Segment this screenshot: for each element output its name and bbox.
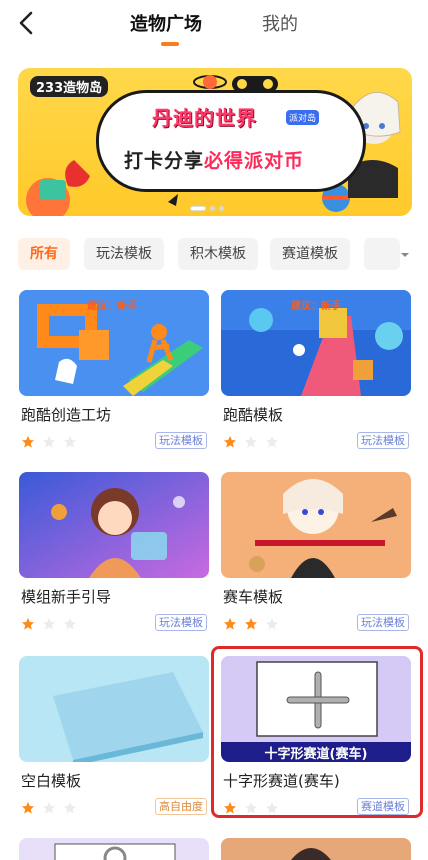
filter-chip-more[interactable]: [364, 238, 400, 270]
star-empty-icon: [245, 436, 258, 448]
filter-chip-all[interactable]: 所有: [18, 238, 70, 270]
filter-chip-track[interactable]: 赛道模板: [270, 238, 350, 270]
difficulty-stars: [223, 616, 281, 630]
template-card[interactable]: 空白模板 高自由度: [19, 656, 209, 815]
banner-subtitle: 打卡分享必得派对币: [124, 146, 304, 173]
tab-mine[interactable]: 我的: [262, 10, 298, 36]
template-title: 模组新手引导: [21, 588, 112, 606]
difficulty-stars: [21, 616, 79, 630]
star-filled-icon: [224, 618, 236, 630]
category-tag: 高自由度: [155, 798, 207, 815]
category-tag: 玩法模板: [357, 432, 409, 449]
star-filled-icon: [224, 802, 236, 814]
filter-chip-gameplay[interactable]: 玩法模板: [84, 238, 164, 270]
tab-creation-square[interactable]: 造物广场: [130, 10, 202, 36]
filter-chip-row: 所有 玩法模板 积木模板 赛道模板: [18, 238, 428, 272]
template-card-partial[interactable]: [221, 838, 411, 860]
hint-label: 建议：新手: [87, 301, 137, 312]
star-empty-icon: [43, 618, 56, 630]
star-empty-icon: [64, 436, 77, 448]
star-empty-icon: [43, 436, 56, 448]
banner-subtitle-highlight: 必得派对币: [204, 150, 305, 172]
template-thumbnail: [221, 472, 411, 578]
template-thumbnail: [19, 656, 209, 762]
template-title: 跑酷创造工坊: [21, 406, 112, 424]
blank-plane-image: [19, 656, 209, 762]
category-tag: 玩法模板: [155, 614, 207, 631]
partial-thumbnail-image: [221, 838, 411, 860]
template-card-partial[interactable]: [19, 838, 209, 860]
category-tag: 玩法模板: [357, 614, 409, 631]
chevron-down-icon[interactable]: [398, 250, 412, 260]
filter-chip-blocks[interactable]: 积木模板: [178, 238, 258, 270]
template-card[interactable]: 建议：新手 跑酷创造工坊 玩法模板: [19, 290, 209, 449]
hint-label: 建议：新手: [291, 301, 341, 312]
star-filled-icon: [22, 802, 34, 814]
difficulty-stars: [223, 800, 281, 814]
star-filled-icon: [245, 618, 258, 630]
banner-dot-active: [190, 206, 206, 211]
template-thumbnail: 十字形赛道(赛车): [221, 656, 411, 762]
template-card[interactable]: 建议：新手 跑酷模板 玩法模板: [221, 290, 411, 449]
template-title: 跑酷模板: [223, 406, 284, 424]
racing-character-image: [221, 472, 411, 578]
banner-logo: 233造物岛: [30, 76, 109, 97]
banner-badge: 派对岛: [286, 110, 320, 125]
active-tab-indicator: [161, 42, 179, 46]
banner-title: 丹迪的世界: [152, 106, 257, 130]
star-filled-icon: [224, 436, 236, 448]
template-card[interactable]: 赛车模板 玩法模板: [221, 472, 411, 631]
template-card-cross-track[interactable]: 十字形赛道(赛车) 十字形赛道(赛车) 赛道模板: [221, 656, 411, 815]
top-nav: 造物广场 我的: [0, 0, 428, 50]
template-thumbnail: 建议：新手: [221, 290, 411, 396]
star-empty-icon: [266, 618, 279, 630]
star-empty-icon: [266, 436, 279, 448]
difficulty-stars: [223, 434, 281, 448]
banner-subtitle-prefix: 打卡分享: [124, 150, 205, 172]
category-tag: 玩法模板: [155, 432, 207, 449]
star-empty-icon: [64, 618, 77, 630]
difficulty-stars: [21, 800, 79, 814]
banner-dot: [219, 206, 224, 211]
template-thumbnail: 建议：新手: [19, 290, 209, 396]
promo-banner[interactable]: 233造物岛 丹迪的世界 派对岛 打卡分享必得派对币: [18, 68, 412, 216]
template-title: 空白模板: [21, 772, 82, 790]
star-empty-icon: [43, 802, 56, 814]
star-empty-icon: [266, 802, 279, 814]
template-thumbnail: [19, 472, 209, 578]
back-arrow-icon[interactable]: [14, 10, 40, 36]
star-empty-icon: [64, 802, 77, 814]
thumbnail-caption: 十字形赛道(赛车): [264, 747, 368, 762]
mod-guide-character-image: [19, 472, 209, 578]
difficulty-stars: [21, 434, 79, 448]
star-filled-icon: [22, 618, 34, 630]
template-card[interactable]: 模组新手引导 玩法模板: [19, 472, 209, 631]
template-title: 十字形赛道(赛车): [223, 772, 340, 790]
star-empty-icon: [245, 802, 258, 814]
partial-thumbnail-image: [54, 843, 176, 860]
banner-pagination: [190, 206, 240, 212]
category-tag: 赛道模板: [357, 798, 409, 815]
star-filled-icon: [22, 436, 34, 448]
template-title: 赛车模板: [223, 588, 284, 606]
banner-dot: [210, 206, 215, 211]
